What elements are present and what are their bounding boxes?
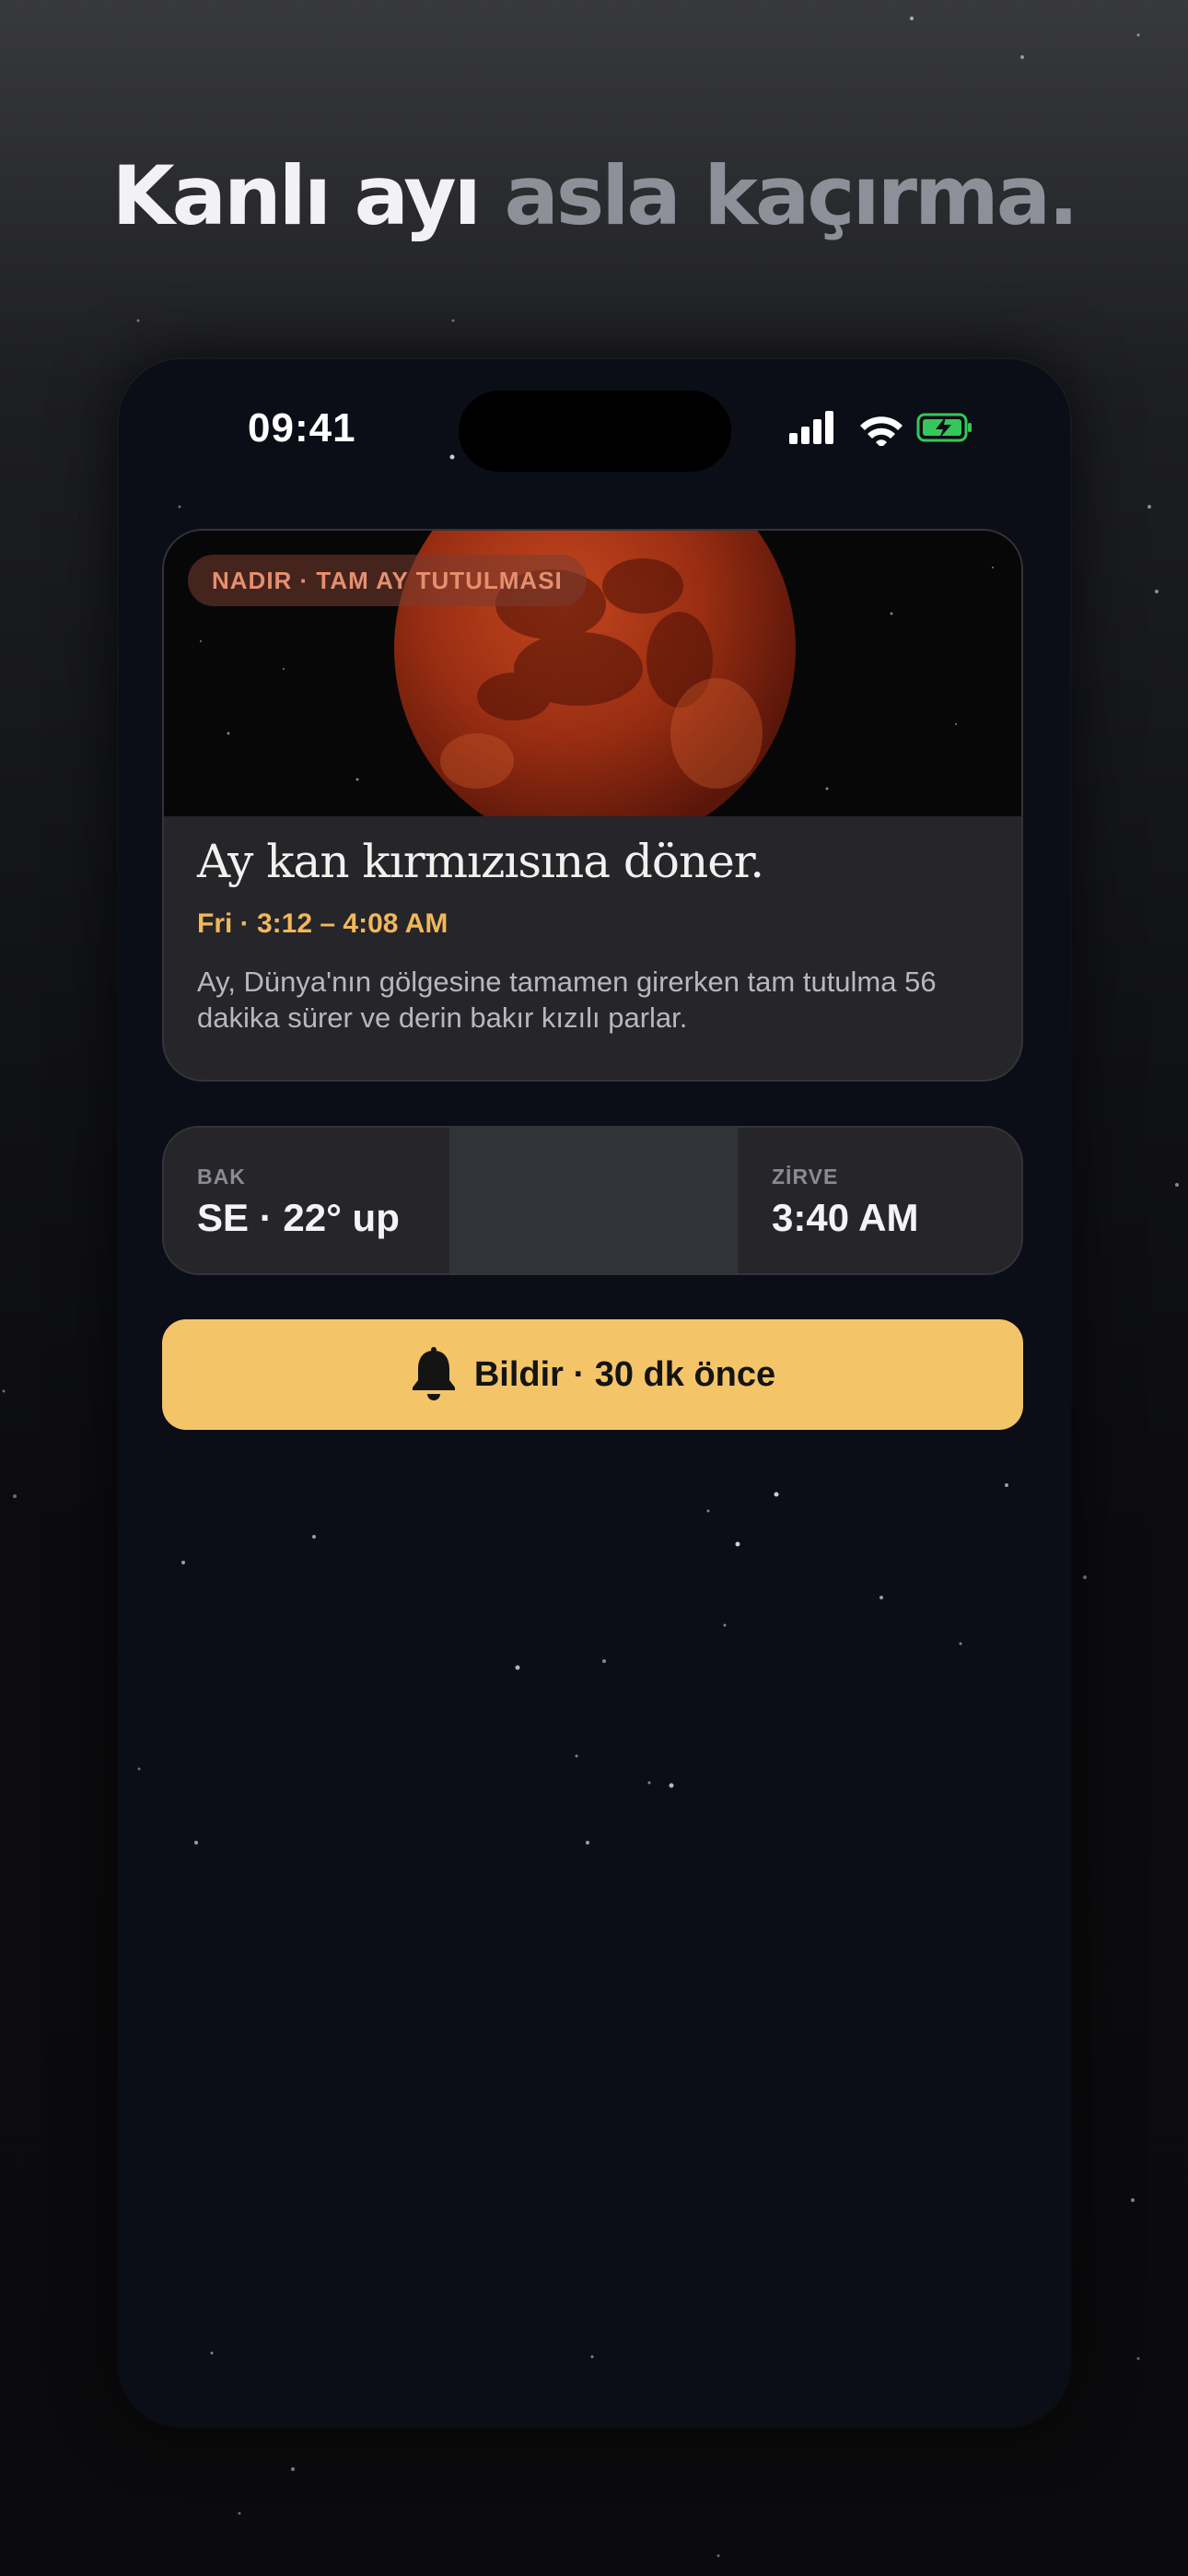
look-value: SE · 22° up [197,1196,400,1239]
event-card[interactable]: NADIR · TAM AY TUTULMASI Ay kan kırmızıs… [162,529,1023,1082]
signal-icon [789,411,833,444]
notify-button-label: Bildir · 30 dk önce [473,1354,776,1394]
look-label: BAK [197,1165,246,1188]
blood-moon-image: NADIR · TAM AY TUTULMASI [164,531,1021,816]
event-title: Ay kan kırmızısına döner. [197,835,764,888]
dynamic-island [459,391,731,472]
info-row: BAK SE · 22° up ZİRVE 3:40 AM [162,1126,1023,1275]
status-icons [789,411,972,446]
headline: Kanlı ayı asla kaçırma. [0,146,1188,247]
event-description: Ay, Dünya'nın gölgesine tamamen girerken… [197,966,937,1034]
battery-charging-icon [916,413,972,442]
phone-frame: 09:41 NADIR · TAM AY TUTULMASI Ay kan kı… [119,359,1070,2427]
headline-secondary: asla kaçırma. [504,148,1078,243]
notify-button[interactable]: Bildir · 30 dk önce [162,1319,1023,1430]
info-divider-panel [449,1128,738,1273]
bell-icon [412,1347,455,1400]
event-time: Fri · 3:12 – 4:08 AM [197,908,448,939]
wifi-icon [860,416,903,446]
peak-value: 3:40 AM [772,1196,919,1239]
peak-label: ZİRVE [772,1165,839,1188]
status-time: 09:41 [248,405,356,451]
headline-primary: Kanlı ayı [111,148,481,243]
rarity-badge: NADIR · TAM AY TUTULMASI [188,555,587,606]
